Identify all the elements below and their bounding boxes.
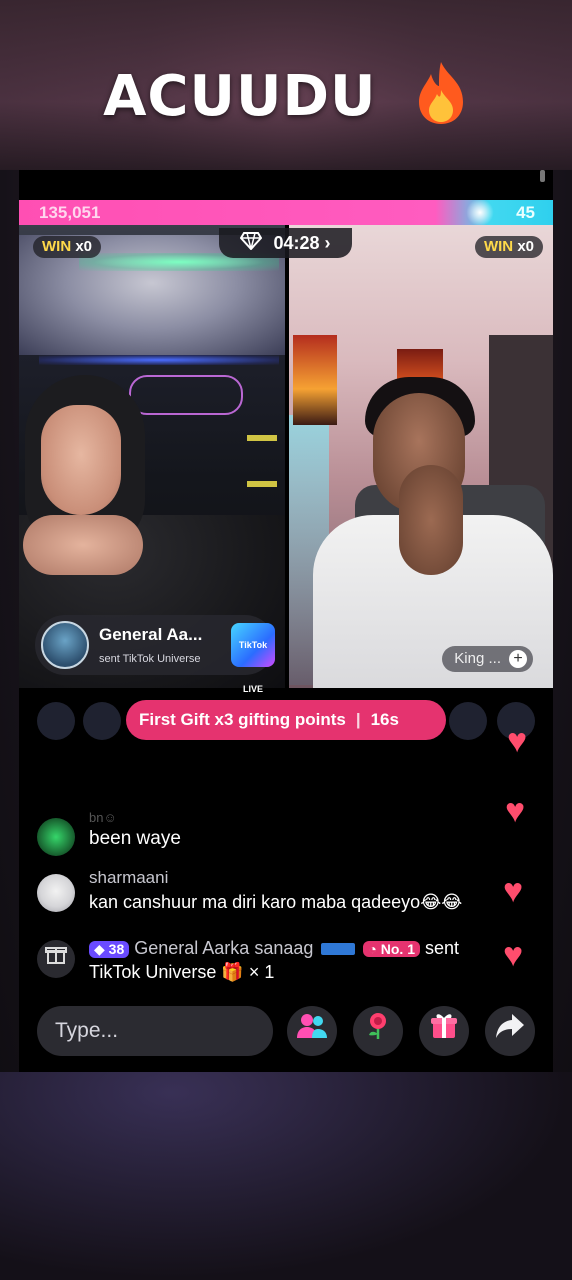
level-badge: ◆ 38	[89, 940, 130, 958]
system-gift-name: TikTok Universe	[89, 962, 217, 982]
first-gift-banner[interactable]: First Gift x3 gifting points | 16s	[126, 700, 446, 740]
top-gifters-strip: First Gift x3 gifting points | 16s	[19, 698, 553, 744]
right-video-feed[interactable]	[289, 225, 553, 688]
gift-icon[interactable]	[419, 1006, 469, 1056]
blurred-background-bottom	[0, 1072, 572, 1280]
chat-text: kan canshuur ma diri karo maba qadeeyo😂😂	[89, 892, 463, 912]
timer-text: 04:28	[273, 233, 320, 253]
battle-timer[interactable]: 04:28 ›	[219, 228, 352, 258]
rank-badge: ◔ No. 1	[363, 941, 420, 958]
comment-input[interactable]: Type...	[37, 1006, 273, 1056]
gift-thumbnail: TikTok LIVE	[231, 623, 275, 694]
diamond-icon	[240, 229, 263, 259]
chat-username[interactable]: bn☺	[89, 810, 117, 825]
bottom-action-bar: Type...	[19, 1002, 553, 1062]
gifter-avatar[interactable]	[449, 702, 487, 740]
avatar[interactable]	[37, 874, 75, 912]
scroll-indicator	[540, 170, 545, 182]
heart-icon: ♥	[507, 722, 528, 760]
battle-score-bar: 135,051 45	[19, 200, 553, 225]
avatar[interactable]	[37, 818, 75, 856]
system-username[interactable]: General Aarka sanaag	[134, 938, 313, 958]
score-spark-icon	[465, 200, 495, 225]
gift-count: × 1	[248, 962, 275, 982]
follow-plus-icon[interactable]: +	[509, 650, 527, 669]
heart-icon: ♥	[505, 792, 526, 830]
fire-icon	[413, 60, 469, 140]
rose-icon[interactable]	[353, 1006, 403, 1056]
gift-sent-text: sent TikTok Universe	[99, 653, 201, 665]
heart-icon: ♥	[503, 936, 524, 974]
right-win-badge: WIN x0	[474, 236, 543, 258]
chat-username[interactable]: sharmaani	[89, 868, 168, 888]
share-icon[interactable]	[485, 1006, 535, 1056]
overlay-title: ACUUDU	[0, 60, 572, 140]
heart-icon: ♥	[503, 872, 524, 910]
live-stream-screen: 135,051 45 WIN x0 WIN x0 04:28 › General…	[19, 170, 553, 1072]
gift-box-icon	[37, 940, 75, 978]
left-win-badge: WIN x0	[33, 236, 102, 258]
right-score: 45	[516, 203, 535, 222]
system-action: sent	[425, 938, 460, 958]
left-score: 135,051	[39, 203, 101, 222]
gift-icon: 🎁	[221, 962, 244, 982]
gift-notification-card[interactable]: General Aa... sent TikTok Universe TikTo…	[35, 615, 275, 694]
host-name-tag[interactable]: King ... +	[442, 646, 533, 672]
chat-text: been waye	[89, 828, 181, 849]
gifter-avatar[interactable]	[37, 702, 75, 740]
multi-guest-icon[interactable]	[287, 1006, 337, 1056]
gifter-avatar[interactable]	[83, 702, 121, 740]
avatar[interactable]	[41, 621, 89, 669]
overlay-title-text: ACUUDU	[103, 64, 377, 130]
flag-icon	[321, 943, 356, 956]
chevron-right-icon: ›	[324, 233, 331, 253]
gift-sender-name: General Aa...	[99, 625, 203, 644]
